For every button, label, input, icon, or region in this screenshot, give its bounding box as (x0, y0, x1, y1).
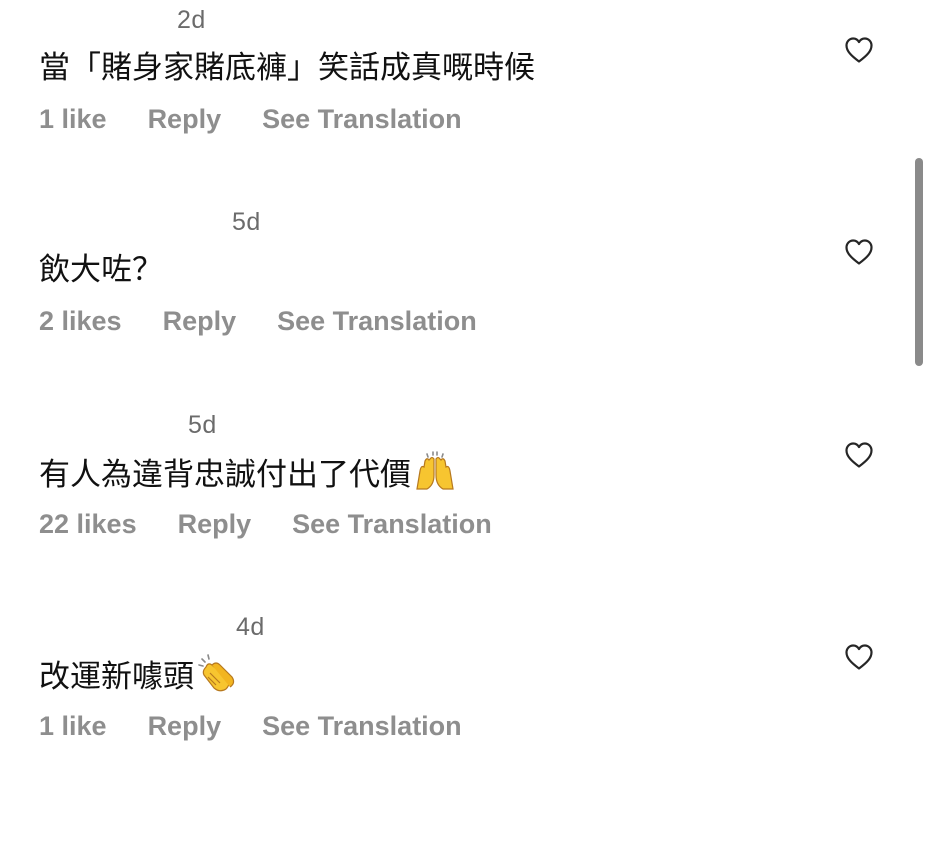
reply-button[interactable]: Reply (148, 104, 222, 135)
reply-button[interactable]: Reply (163, 306, 237, 337)
see-translation-link[interactable]: See Translation (277, 306, 477, 337)
comment-item: 4d 改運新噱頭 1 like Reply See Translation (0, 607, 946, 809)
comment-timestamp: 5d (188, 411, 217, 439)
reply-button[interactable]: Reply (178, 509, 252, 540)
like-count[interactable]: 1 like (39, 104, 107, 135)
heart-icon[interactable] (844, 441, 874, 469)
see-translation-link[interactable]: See Translation (262, 711, 462, 742)
comment-actions: 1 like Reply See Translation (39, 104, 462, 135)
comment-timestamp: 4d (236, 613, 265, 641)
comment-actions: 2 likes Reply See Translation (39, 306, 477, 337)
heart-icon[interactable] (844, 36, 874, 64)
see-translation-link[interactable]: See Translation (262, 104, 462, 135)
comment-timestamp: 2d (177, 6, 206, 34)
see-translation-link[interactable]: See Translation (292, 509, 492, 540)
comment-item: 5d 有人為違背忠誠付出了代價 22 likes Reply See Trans… (0, 405, 946, 607)
heart-icon[interactable] (844, 238, 874, 266)
comment-text: 有人為違背忠誠付出了代價 (39, 457, 411, 493)
comment-text: 當「賭身家賭底褲」笑話成真嘅時候 (39, 50, 535, 86)
comment-actions: 1 like Reply See Translation (39, 711, 462, 742)
scrollbar-thumb[interactable] (915, 158, 923, 366)
comment-text-row: 有人為違背忠誠付出了代價 (39, 451, 457, 503)
comment-text-row: 改運新噱頭 (39, 653, 242, 705)
comment-actions: 22 likes Reply See Translation (39, 509, 492, 540)
like-count[interactable]: 1 like (39, 711, 107, 742)
heart-icon[interactable] (844, 643, 874, 671)
comment-text: 改運新噱頭 (39, 659, 194, 695)
comment-item: 5d 飲大咗？ 2 likes Reply See Translation (0, 202, 946, 404)
reply-button[interactable]: Reply (148, 711, 222, 742)
comment-item: 2d 當「賭身家賭底褲」笑話成真嘅時候 1 like Reply See Tra… (0, 0, 946, 202)
like-count[interactable]: 22 likes (39, 509, 137, 540)
raising-hands-emoji-icon (413, 451, 457, 503)
comment-text: 飲大咗？ (39, 252, 163, 288)
comment-timestamp: 5d (232, 208, 261, 236)
like-count[interactable]: 2 likes (39, 306, 122, 337)
clapping-hands-emoji-icon (196, 653, 242, 705)
